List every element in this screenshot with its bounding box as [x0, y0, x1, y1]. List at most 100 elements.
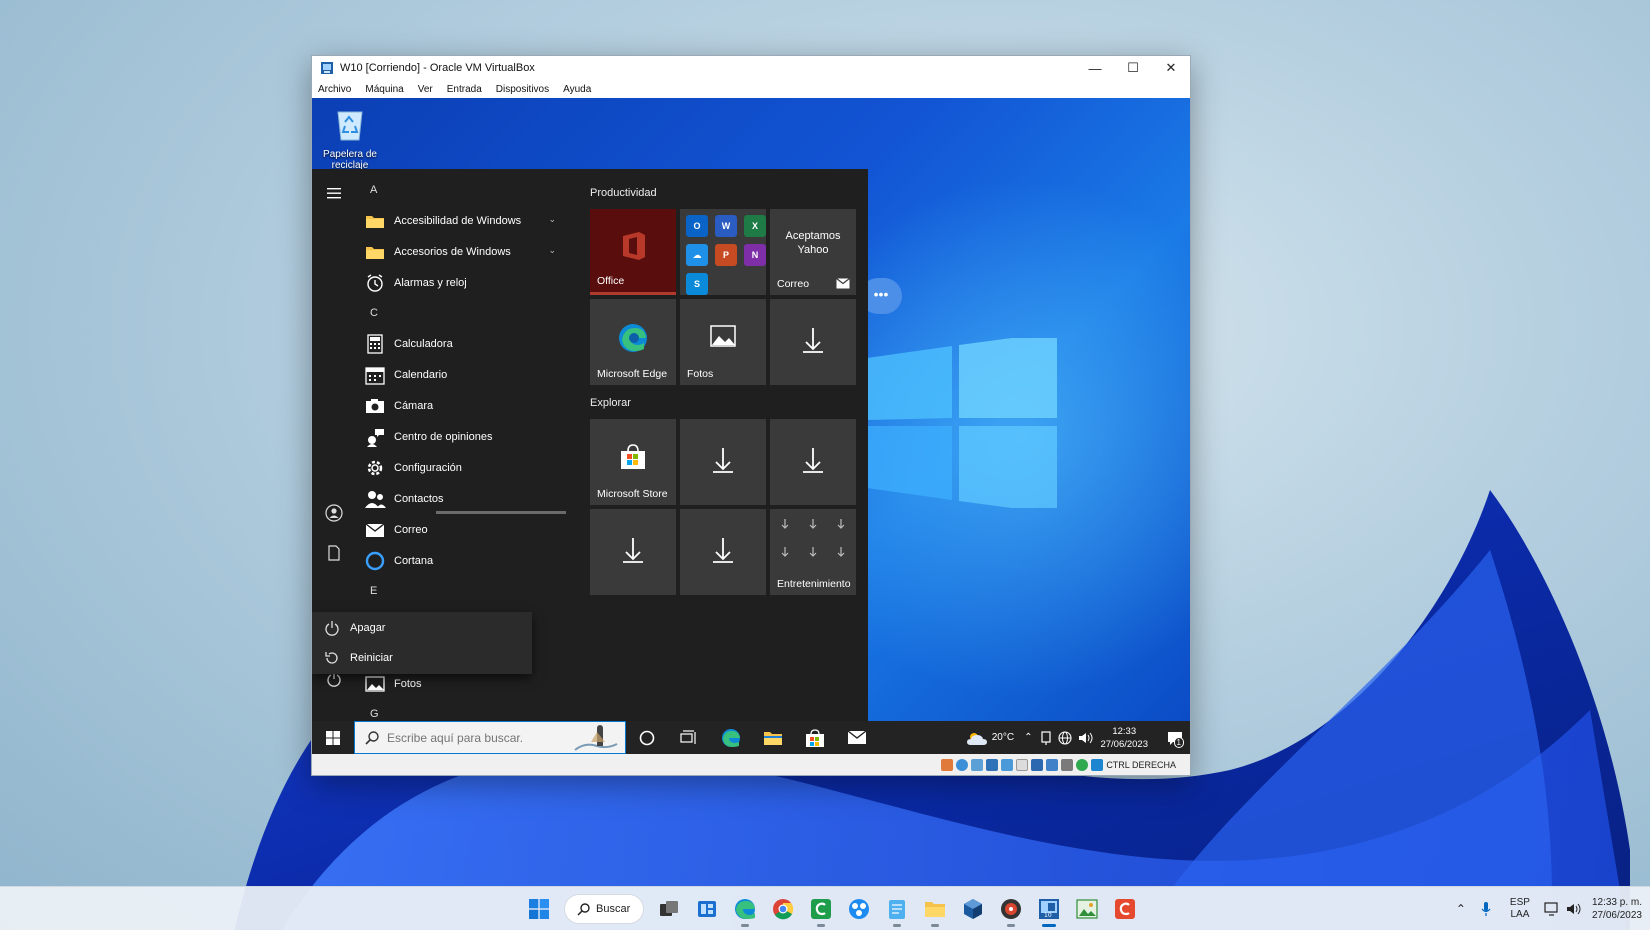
optical-drive-icon[interactable]: [941, 758, 954, 771]
host-chrome-button[interactable]: [764, 889, 802, 929]
app-calendario[interactable]: Calendario: [356, 359, 566, 390]
host-task-view-button[interactable]: [650, 889, 688, 929]
guest-search-input[interactable]: [387, 730, 567, 745]
host-file-explorer-button[interactable]: [916, 889, 954, 929]
group-label-productividad[interactable]: Productividad: [590, 187, 657, 199]
host-start-button[interactable]: [520, 889, 558, 929]
menu-archivo[interactable]: Archivo: [318, 84, 351, 95]
network-icon[interactable]: [1040, 730, 1052, 745]
shared-folder-icon[interactable]: [1016, 758, 1029, 771]
network-monitor-icon[interactable]: [1544, 902, 1560, 916]
app-accesorios[interactable]: Accesorios de Windows ⌄: [356, 236, 566, 267]
tile-yahoo-mail[interactable]: Aceptamos Yahoo Correo: [770, 209, 856, 295]
recycle-bin-shortcut[interactable]: Papelera de reciclaje: [320, 106, 380, 171]
app-centro-opiniones[interactable]: Centro de opiniones: [356, 421, 566, 452]
guest-additions-icon[interactable]: [1076, 758, 1089, 771]
edge-taskbar-button[interactable]: [710, 721, 752, 754]
cortana-taskbar-button[interactable]: [626, 721, 668, 754]
tile-pending-download[interactable]: [680, 419, 766, 505]
word-icon[interactable]: W: [715, 215, 737, 237]
tile-microsoft-store[interactable]: Microsoft Store: [590, 419, 676, 505]
chevron-up-icon[interactable]: ⌃: [1456, 902, 1466, 916]
group-label-explorar[interactable]: Explorar: [590, 397, 631, 409]
app-alarmas[interactable]: Alarmas y reloj: [356, 267, 566, 298]
host-widgets-button[interactable]: [688, 889, 726, 929]
menu-ver[interactable]: Ver: [418, 84, 433, 95]
host-teamviewer-button[interactable]: [840, 889, 878, 929]
user-account-button[interactable]: [312, 495, 356, 531]
app-contactos[interactable]: Contactos: [356, 483, 566, 514]
minimize-button[interactable]: —: [1076, 56, 1114, 80]
volume-icon[interactable]: [1566, 902, 1582, 916]
restart-option[interactable]: Reiniciar: [312, 644, 532, 672]
weather-temperature[interactable]: 20°C: [992, 732, 1014, 743]
volume-icon[interactable]: [1078, 731, 1094, 745]
onedrive-icon[interactable]: ☁: [686, 244, 708, 266]
documents-button[interactable]: [312, 535, 356, 571]
tile-office-apps-folder[interactable]: O W X ☁ P N S: [680, 209, 766, 295]
network-adapter-icon[interactable]: [986, 758, 999, 771]
hamburger-menu-button[interactable]: [312, 175, 356, 211]
skype-icon[interactable]: S: [686, 273, 708, 295]
tile-office[interactable]: Office: [590, 209, 676, 295]
globe-icon[interactable]: [1058, 730, 1073, 745]
menu-ayuda[interactable]: Ayuda: [563, 84, 591, 95]
maximize-button[interactable]: ☐: [1114, 56, 1152, 80]
tile-entretenimiento-folder[interactable]: Entretenimiento: [770, 509, 856, 595]
excel-icon[interactable]: X: [744, 215, 766, 237]
app-cortana[interactable]: Cortana: [356, 545, 566, 576]
tile-pending-download[interactable]: [770, 299, 856, 385]
host-image-editor-button[interactable]: [1068, 889, 1106, 929]
vm-titlebar[interactable]: W10 [Corriendo] - Oracle VM VirtualBox —…: [312, 56, 1190, 80]
tile-pending-download[interactable]: [770, 419, 856, 505]
menu-dispositivos[interactable]: Dispositivos: [496, 84, 549, 95]
host-virtualbox-manager-button[interactable]: [954, 889, 992, 929]
mail-taskbar-button[interactable]: [836, 721, 878, 754]
host-edge-button[interactable]: [726, 889, 764, 929]
chevron-down-icon[interactable]: ⌄: [548, 245, 556, 256]
store-taskbar-button[interactable]: [794, 721, 836, 754]
action-center-button[interactable]: 1: [1160, 731, 1190, 748]
shutdown-option[interactable]: Apagar: [312, 614, 532, 642]
host-vm-window-button[interactable]: 10: [1030, 889, 1068, 929]
disk-icon[interactable]: [956, 758, 969, 771]
outlook-icon[interactable]: O: [686, 215, 708, 237]
letter-header-a[interactable]: A: [356, 175, 566, 205]
host-red-c-app-button[interactable]: [1106, 889, 1144, 929]
tile-fotos[interactable]: Fotos: [680, 299, 766, 385]
cpu-icon[interactable]: [1061, 758, 1074, 771]
guest-start-button[interactable]: [312, 721, 354, 754]
app-configuracion[interactable]: Configuración: [356, 452, 566, 483]
host-notepad-button[interactable]: [878, 889, 916, 929]
audio-icon[interactable]: [971, 758, 984, 771]
host-camtasia-button[interactable]: [802, 889, 840, 929]
menu-entrada[interactable]: Entrada: [447, 84, 482, 95]
guest-desktop[interactable]: Papelera de reciclaje ••• A Accesibilida…: [312, 98, 1190, 754]
menu-maquina[interactable]: Máquina: [365, 84, 403, 95]
file-explorer-taskbar-button[interactable]: [752, 721, 794, 754]
host-language-indicator[interactable]: ESP LAA: [1510, 897, 1530, 921]
app-accesibilidad[interactable]: Accesibilidad de Windows ⌄: [356, 205, 566, 236]
close-button[interactable]: ✕: [1152, 56, 1190, 80]
app-calculadora[interactable]: Calculadora: [356, 328, 566, 359]
letter-header-g[interactable]: G: [356, 699, 566, 721]
host-search-button[interactable]: Buscar: [564, 894, 644, 924]
weather-cloud-icon[interactable]: [966, 730, 988, 746]
microphone-icon[interactable]: [1480, 901, 1492, 917]
guest-clock[interactable]: 12:33 27/06/2023: [1100, 725, 1148, 751]
usb-icon[interactable]: [1001, 758, 1014, 771]
tile-microsoft-edge[interactable]: Microsoft Edge: [590, 299, 676, 385]
mouse-integration-icon[interactable]: [1091, 758, 1104, 771]
powerpoint-icon[interactable]: P: [715, 244, 737, 266]
recording-icon[interactable]: [1046, 758, 1059, 771]
letter-header-c[interactable]: C: [356, 298, 566, 328]
letter-header-e[interactable]: E: [356, 576, 566, 606]
app-camara[interactable]: Cámara: [356, 390, 566, 421]
host-clock[interactable]: 12:33 p. m. 27/06/2023: [1592, 896, 1642, 922]
chevron-down-icon[interactable]: ⌄: [548, 214, 556, 225]
tile-pending-download[interactable]: [590, 509, 676, 595]
chevron-up-icon[interactable]: ⌃: [1024, 732, 1032, 743]
guest-search-box[interactable]: [354, 721, 626, 754]
display-icon[interactable]: [1031, 758, 1044, 771]
host-key-label[interactable]: CTRL DERECHA: [1106, 760, 1176, 770]
